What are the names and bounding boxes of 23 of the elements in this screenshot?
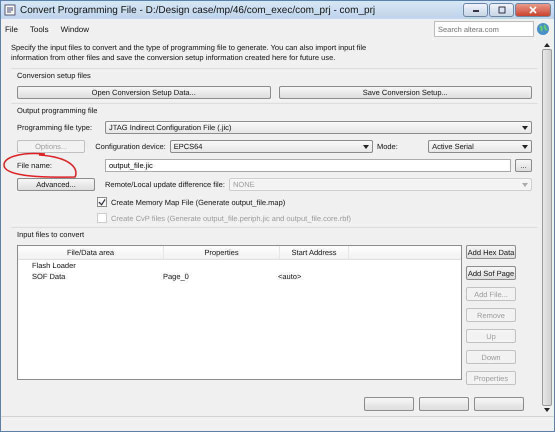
menu-item[interactable]: Window [60, 24, 90, 34]
dialog-button[interactable] [474, 397, 524, 411]
checkbox[interactable] [97, 197, 107, 207]
dialog-button[interactable] [364, 397, 414, 411]
close-button[interactable] [515, 3, 551, 17]
window-title: Convert Programming File - D:/Design case/mp/46/com_exec/com_prj - com_prj [20, 4, 376, 16]
close-icon [528, 6, 538, 14]
dropdown-arrow-icon [522, 126, 528, 130]
maximize-icon [496, 6, 506, 14]
minimize-button[interactable] [463, 3, 488, 17]
globe-icon [536, 22, 550, 36]
minimize-icon [470, 7, 480, 13]
maximize-button[interactable] [489, 3, 514, 17]
dropdown-arrow-icon [522, 144, 528, 148]
dialog-button[interactable] [419, 397, 469, 411]
scroll-down-icon [544, 408, 550, 412]
scroll-up-icon [544, 43, 550, 47]
menu-item[interactable]: File [5, 24, 18, 34]
app-icon [4, 4, 16, 16]
dropdown-arrow-icon [362, 144, 369, 148]
dropdown-arrow-icon [522, 182, 528, 186]
menu-item[interactable]: Tools [30, 24, 49, 34]
scrollbar[interactable] [542, 43, 552, 412]
